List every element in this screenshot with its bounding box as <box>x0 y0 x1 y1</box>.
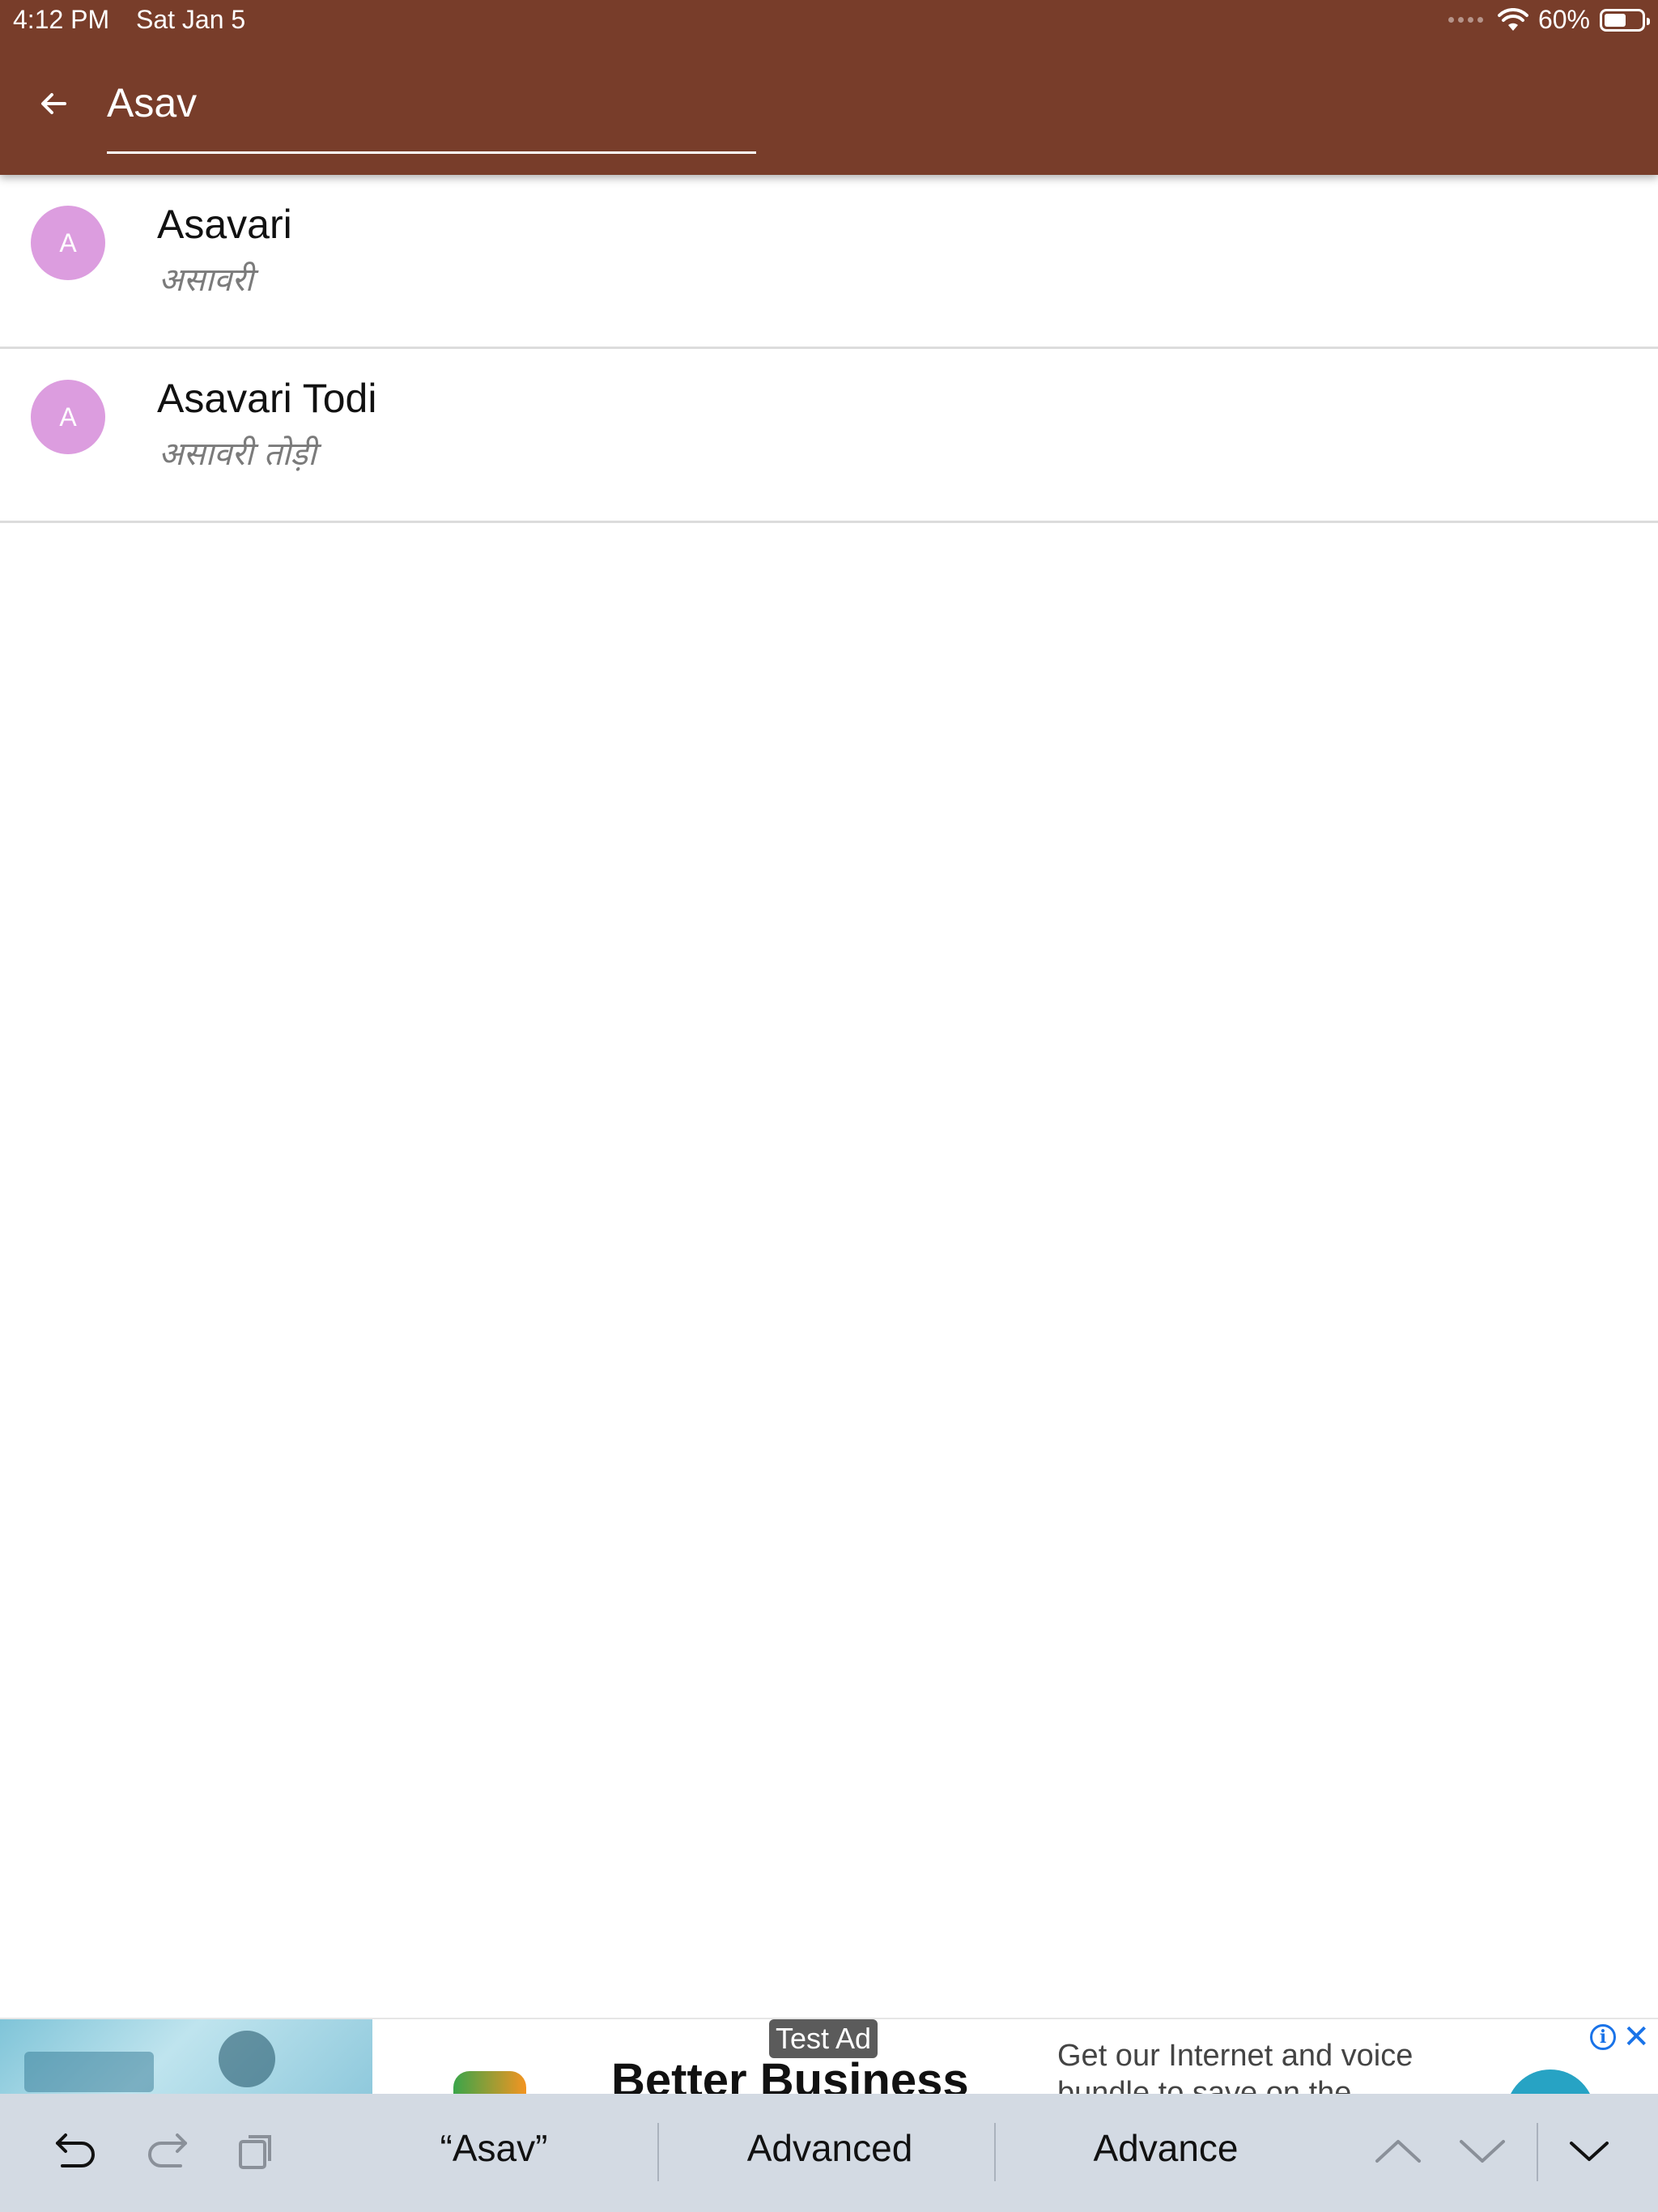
divider <box>657 2123 659 2181</box>
search-input[interactable] <box>107 73 756 133</box>
avatar: A <box>31 206 105 280</box>
ad-cta-button[interactable] <box>1506 2069 1595 2095</box>
raga-name: Asavari <box>157 202 292 247</box>
results-list: A Asavari असावरी A Asavari Todi असावरी त… <box>0 175 1658 523</box>
arrow-left-icon <box>41 93 66 114</box>
divider <box>994 2123 996 2181</box>
cellular-signal-icon <box>1448 17 1483 23</box>
search-field[interactable] <box>107 73 756 154</box>
status-date: Sat Jan 5 <box>136 5 246 34</box>
ad-banner[interactable]: Test Ad Better Business Get our Internet… <box>0 2018 1658 2095</box>
list-item[interactable]: A Asavari Todi असावरी तोड़ी <box>0 349 1658 523</box>
undo-icon <box>56 2133 95 2167</box>
back-button[interactable] <box>29 79 78 128</box>
raga-name-hindi: असावरी तोड़ी <box>159 436 317 473</box>
battery-percent: 60% <box>1537 5 1590 34</box>
test-ad-label: Test Ad <box>769 2019 878 2058</box>
status-indicators: 60% <box>1448 5 1650 35</box>
ad-logo <box>453 2071 526 2095</box>
paste-icon <box>239 2135 271 2169</box>
wifi-icon <box>1497 7 1528 31</box>
app-bar: 4:12 PM Sat Jan 5 60% <box>0 0 1658 175</box>
search-underline <box>107 151 756 154</box>
suggestion-1[interactable]: “Asav” <box>348 2126 640 2170</box>
chevron-up-icon <box>1375 2140 1421 2163</box>
avatar: A <box>31 380 105 454</box>
suggestion-2[interactable]: Advanced <box>680 2126 980 2170</box>
list-item[interactable]: A Asavari असावरी <box>0 175 1658 349</box>
battery-icon <box>1600 8 1650 32</box>
next-field-button[interactable] <box>1454 2123 1511 2180</box>
undo-button[interactable] <box>47 2123 104 2180</box>
ad-headline[interactable]: Better Business <box>611 2053 969 2095</box>
suggestion-3[interactable]: Advance <box>1012 2126 1320 2170</box>
paste-button[interactable] <box>228 2123 285 2180</box>
keyboard-toolbar: “Asav” Advanced Advance <box>0 2094 1658 2212</box>
status-time: 4:12 PM <box>13 5 110 34</box>
redo-button[interactable] <box>139 2123 196 2180</box>
ad-body-text[interactable]: Get our Internet and voice bundle to sav… <box>1057 2037 1511 2095</box>
ad-image[interactable] <box>0 2019 372 2095</box>
chevron-down-icon <box>1460 2140 1505 2163</box>
dismiss-keyboard-button[interactable] <box>1561 2123 1618 2180</box>
divider <box>1537 2123 1538 2181</box>
redo-icon <box>148 2133 187 2167</box>
raga-name-hindi: असावरी <box>159 262 253 299</box>
dismiss-keyboard-icon <box>1570 2142 1609 2161</box>
close-icon[interactable]: ✕ <box>1622 2021 1650 2053</box>
raga-name: Asavari Todi <box>157 376 377 421</box>
previous-field-button[interactable] <box>1370 2123 1426 2180</box>
info-icon[interactable]: i <box>1590 2024 1616 2050</box>
